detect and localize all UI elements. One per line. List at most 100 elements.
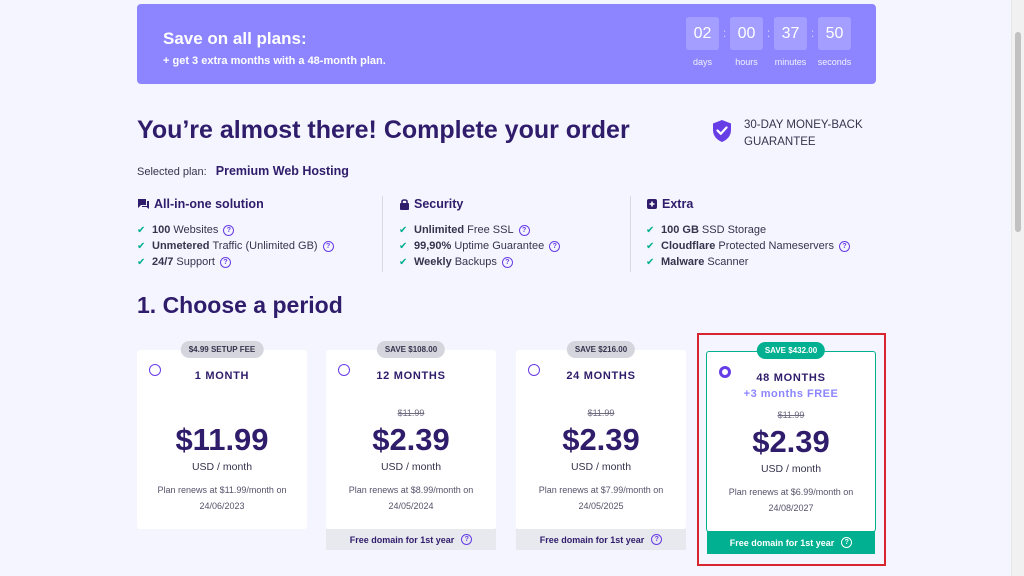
promo-title: Save on all plans: [163, 29, 307, 48]
timer-separator: : [722, 26, 727, 40]
feature-item-bold: 100 GB [661, 224, 699, 236]
feature-item: ✔ 99,90% Uptime Guarantee? [399, 238, 561, 254]
plan-card-1-month[interactable]: $4.99 SETUP FEE 1 MONTH $11.99 USD / mon… [137, 341, 307, 529]
plan-price: $2.39 [372, 422, 450, 457]
feature-heading-label: Extra [662, 197, 694, 211]
feature-item-bold: Unlimited [414, 224, 465, 236]
timer-minutes-value: 37 [774, 17, 807, 50]
plan-renewal-info: Plan renews at $7.99/month on 24/05/2025 [528, 482, 674, 514]
renewal-line-2: 24/05/2024 [388, 501, 434, 511]
feature-item-bold: 24/7 [152, 256, 174, 268]
selected-plan-label: Selected plan: [137, 166, 207, 178]
feature-item: ✔ 24/7 Support? [137, 254, 334, 270]
plus-box-icon [647, 199, 657, 209]
feature-column-all-in-one: All-in-one solution ✔ 100 Websites? ✔ Unmet… [137, 196, 334, 270]
feature-item: ✔ Unmetered Traffic (Unlimited GB)? [137, 238, 334, 254]
plan-price-unit: USD / month [191, 461, 253, 473]
feature-column-extra: Extra ✔ 100 GB SSD Storage ✔ Cloudflare Prot… [646, 196, 850, 270]
renewal-line-1: Plan renews at $11.99/month on [157, 485, 287, 495]
plan-price: $11.99 [175, 422, 269, 457]
money-back-guarantee: 30-DAY MONEY-BACK GUARANTEE [712, 117, 874, 151]
check-icon: ✔ [646, 240, 655, 252]
check-icon: ✔ [399, 240, 408, 252]
feature-item-text: Scanner [707, 256, 749, 268]
renewal-line-1: Plan renews at $8.99/month on [348, 485, 474, 495]
savings-badge: SAVE $108.00 [376, 341, 446, 358]
feature-heading: Security [399, 196, 560, 212]
feature-item: ✔ Cloudflare Protected Nameservers? [646, 238, 850, 254]
feature-divider [382, 196, 383, 272]
plan-price: $2.39 [562, 422, 640, 457]
page-title: You’re almost there! Complete your order [137, 116, 630, 144]
selection-highlight [697, 333, 886, 566]
help-icon[interactable]: ? [549, 240, 561, 252]
feature-item: ✔ Malware Scanner [646, 254, 850, 270]
feature-item-text: Backups [454, 256, 497, 268]
renewal-line-2: 24/05/2025 [578, 501, 624, 511]
guarantee-line-2: GUARANTEE [744, 136, 816, 148]
plan-card-12-months[interactable]: SAVE $108.00 12 MONTHS $11.99 $2.39 USD … [326, 341, 496, 550]
check-icon: ✔ [646, 224, 655, 236]
feature-item-text: Protected Nameservers [718, 240, 834, 252]
timer-hours: 00 hours [729, 17, 764, 67]
feature-heading-label: Security [414, 197, 464, 211]
plan-renewal-info: Plan renews at $11.99/month on 24/06/202… [149, 482, 295, 514]
help-icon[interactable]: ? [838, 240, 850, 252]
timer-days: 02 days [685, 17, 720, 67]
chat-icon [138, 199, 149, 209]
help-icon[interactable]: ? [223, 224, 235, 236]
feature-item-bold: Weekly [414, 256, 452, 268]
check-icon: ✔ [646, 256, 655, 268]
free-domain-banner: Free domain for 1st year? [326, 529, 496, 550]
timer-seconds: 50 seconds [817, 17, 852, 67]
check-icon: ✔ [399, 224, 408, 236]
help-icon[interactable]: ? [322, 240, 334, 252]
feature-item-text: Traffic (Unlimited GB) [212, 240, 318, 252]
shield-check-icon [713, 120, 731, 142]
selected-plan-value: Premium Web Hosting [215, 164, 349, 178]
section-title-choose-period: 1. Choose a period [137, 292, 343, 318]
timer-hours-label: hours [735, 57, 758, 67]
free-domain-label: Free domain for 1st year [539, 534, 645, 545]
help-icon[interactable]: ? [651, 534, 663, 545]
timer-minutes-label: minutes [774, 57, 807, 67]
feature-item-bold: Cloudflare [661, 240, 716, 252]
plan-price-unit: USD / month [380, 461, 442, 473]
timer-hours-value: 00 [730, 17, 763, 50]
selected-plan: Selected plan: Premium Web Hosting [137, 164, 349, 178]
feature-item: ✔ 100 Websites? [137, 222, 334, 238]
renewal-line-2: 24/06/2023 [199, 501, 245, 511]
help-icon[interactable]: ? [461, 534, 473, 545]
check-icon: ✔ [137, 224, 146, 236]
timer-days-value: 02 [686, 17, 719, 50]
feature-item: ✔ Weekly Backups? [399, 254, 560, 270]
feature-item-bold: 99,90% [414, 240, 452, 252]
promo-banner: Save on all plans: + get 3 extra months … [137, 4, 876, 84]
plan-period: 24 MONTHS [566, 370, 636, 382]
help-icon[interactable]: ? [501, 256, 513, 268]
check-icon: ✔ [399, 256, 408, 268]
help-icon[interactable]: ? [518, 224, 530, 236]
promo-subtitle: + get 3 extra months with a 48-month pla… [163, 55, 386, 67]
plan-period: 12 MONTHS [376, 370, 446, 382]
plan-old-price: $11.99 [587, 408, 615, 418]
free-domain-label: Free domain for 1st year [349, 534, 455, 545]
scrollbar-thumb[interactable] [1015, 32, 1021, 232]
help-icon[interactable]: ? [219, 256, 231, 268]
feature-item: ✔ 100 GB SSD Storage [646, 222, 850, 238]
plan-old-price: $11.99 [397, 408, 425, 418]
timer-seconds-value: 50 [818, 17, 851, 50]
plan-renewal-info: Plan renews at $8.99/month on 24/05/2024 [338, 482, 484, 514]
timer-separator: : [810, 26, 815, 40]
feature-item-text: Support [176, 256, 215, 268]
feature-item-bold: Unmetered [152, 240, 210, 252]
guarantee-line-1: 30-DAY MONEY-BACK [744, 119, 863, 131]
feature-heading-label: All-in-one solution [154, 197, 264, 211]
timer-days-label: days [692, 57, 712, 67]
page-scrollbar[interactable] [1011, 0, 1024, 576]
feature-item-text: Free SSL [467, 224, 514, 236]
plan-period: 1 MONTH [194, 370, 250, 382]
plan-card-24-months[interactable]: SAVE $216.00 24 MONTHS $11.99 $2.39 USD … [516, 341, 686, 550]
check-icon: ✔ [137, 256, 146, 268]
feature-item-bold: Malware [661, 256, 705, 268]
